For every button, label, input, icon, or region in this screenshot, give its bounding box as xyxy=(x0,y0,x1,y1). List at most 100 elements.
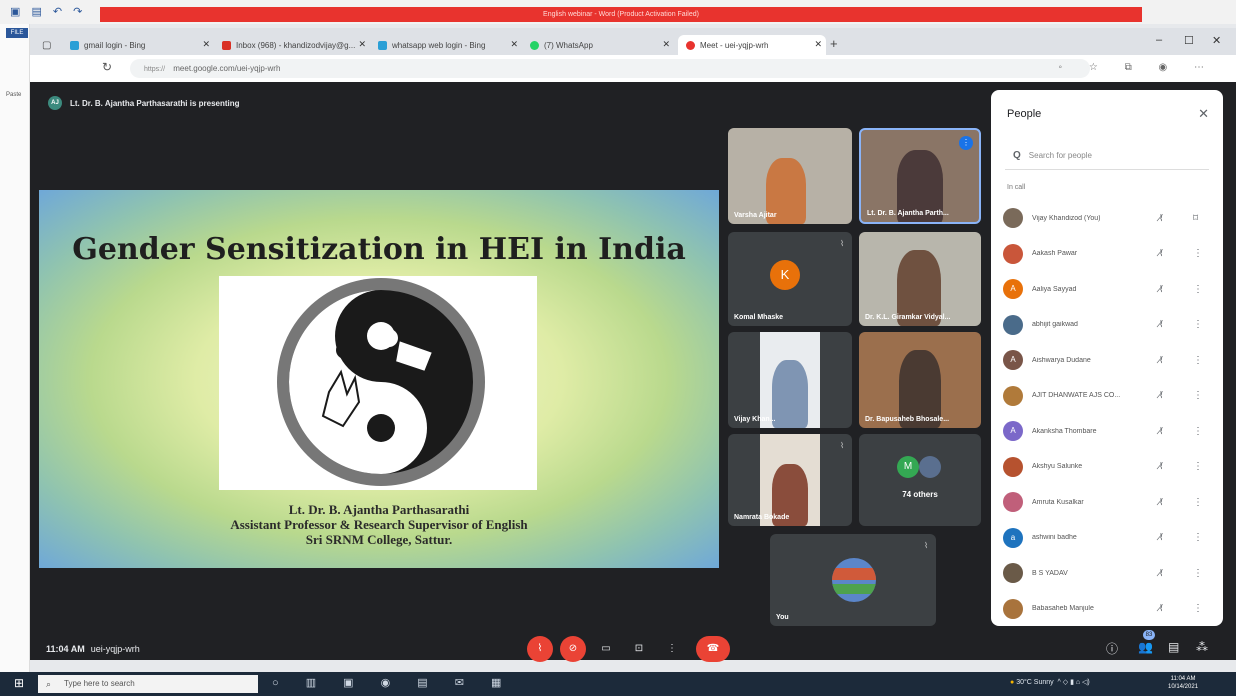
tile-name: You xyxy=(776,614,789,621)
more-options-icon[interactable]: ⋮ xyxy=(1193,603,1203,614)
participant-row[interactable]: Akshyu Salunke ⌇̸ ⋮ xyxy=(1003,456,1213,477)
close-icon[interactable]: ✕ xyxy=(358,39,366,50)
video-tile-others[interactable]: M 74 others xyxy=(859,434,981,526)
more-options-button[interactable]: ⋮ xyxy=(659,636,685,662)
screen: ▣ ▤ ↶ ↷ English webinar - Word (Product … xyxy=(0,0,1236,696)
clock-date: 10/14/2021 xyxy=(1168,684,1199,690)
close-icon[interactable]: ✕ xyxy=(814,39,822,50)
system-tray[interactable]: ● 30°C Sunny ^ ◇ ▮ ⌂ ◁) xyxy=(1010,678,1090,686)
more-options-icon[interactable]: ⋮ xyxy=(1193,497,1203,508)
tile-name: Dr. K.L. Giramkar Vidyal... xyxy=(865,314,951,321)
taskbar-clock[interactable]: 11:04 AM 10/14/2021 xyxy=(1168,675,1198,691)
mic-off-icon: ⌇̸ xyxy=(1159,354,1164,365)
participant-avatar xyxy=(1003,208,1023,228)
word-window-title: English webinar - Word (Product Activati… xyxy=(100,7,1142,22)
activities-icon[interactable]: ⁂ xyxy=(1196,640,1208,654)
tab-label: (7) WhatsApp xyxy=(544,40,593,50)
more-options-icon[interactable]: ⋮ xyxy=(1193,284,1203,295)
new-tab-button[interactable]: + xyxy=(830,36,838,51)
close-icon[interactable]: ✕ xyxy=(202,39,210,50)
mic-off-icon: ⌇̸ xyxy=(1159,603,1164,613)
close-icon[interactable]: ✕ xyxy=(1198,106,1209,122)
video-tile-namrata[interactable]: ⌇ Namrata Bokade xyxy=(728,434,852,526)
more-options-icon[interactable]: ⋮ xyxy=(1193,426,1203,437)
participant-row[interactable]: B S YADAV ⌇̸ ⋮ xyxy=(1003,563,1213,583)
video-tile-you[interactable]: ⌇ You xyxy=(770,534,936,626)
more-options-icon[interactable]: ⋮ xyxy=(1193,319,1203,330)
tab-actions-icon[interactable]: ▢ xyxy=(42,35,58,55)
close-window-button[interactable]: ✕ xyxy=(1212,34,1221,47)
tile-name: Namrata Bokade xyxy=(734,514,790,521)
mic-off-icon: ⌇̸ xyxy=(1159,425,1164,436)
participant-row[interactable]: A Aaliya Sayyad ⌇̸ ⋮ xyxy=(1003,279,1213,299)
reload-icon[interactable]: ↻ xyxy=(102,60,112,74)
participant-name: Aaliya Sayyad xyxy=(1032,285,1077,293)
in-call-heading: In call xyxy=(1007,184,1026,191)
video-tile-bapusaheb[interactable]: Dr. Bapusaheb Bhosale... xyxy=(859,332,981,428)
captions-button[interactable]: ▭ xyxy=(593,636,619,662)
video-tile-vijay[interactable]: Vijay Khan... xyxy=(728,332,852,428)
pin-icon[interactable]: ⌑ xyxy=(1193,213,1198,224)
tab-gmail-login[interactable]: gmail login - Bing ✕ xyxy=(70,35,210,55)
video-tile-ajantha[interactable]: ⋮ Lt. Dr. B. Ajantha Parth... xyxy=(859,128,981,224)
participant-row[interactable]: Babasaheb Manjule ⌇̸ ⋮ xyxy=(1003,598,1213,619)
video-tile-giramkar[interactable]: Dr. K.L. Giramkar Vidyal... xyxy=(859,232,981,326)
browser-toolbar-icons[interactable]: ◦ ☆ ⧉ ◉ ⋯ xyxy=(1059,62,1217,73)
participant-row[interactable]: Amruta Kusalkar ⌇̸ ⋮ xyxy=(1003,492,1213,512)
presenter-designation: Assistant Professor & Research Superviso… xyxy=(230,517,528,532)
video-tile-varsha[interactable]: Varsha Ajitar xyxy=(728,128,852,224)
minimize-button[interactable]: – xyxy=(1156,34,1162,46)
more-options-icon[interactable]: ⋮ xyxy=(1193,390,1203,401)
word-paste-label[interactable]: Paste xyxy=(6,92,21,98)
participant-row[interactable]: abhijit gaikwad ⌇̸ ⋮ xyxy=(1003,314,1213,335)
tab-inbox[interactable]: Inbox (968) - khandizodvijay@g... ✕ xyxy=(222,35,366,55)
video-tile-komal[interactable]: ⌇ K Komal Mhaske xyxy=(728,232,852,326)
participant-avatar: a xyxy=(1003,527,1023,548)
more-options-icon[interactable]: ⋮ xyxy=(1193,461,1203,472)
word-ribbon-edge: FILE Paste xyxy=(0,24,30,696)
participant-row[interactable]: A Akanksha Thombare ⌇̸ ⋮ xyxy=(1003,421,1213,441)
others-count: 74 others xyxy=(902,490,938,499)
taskbar-pinned-apps[interactable]: ○ ▥ ▣ ◉ ▤ ✉ ▦ xyxy=(272,676,513,689)
quick-access-icons[interactable]: ▣ ▤ ↶ ↷ xyxy=(10,5,86,18)
mic-toggle-button[interactable]: ⌇ xyxy=(527,636,553,662)
meet-stage: AJ Lt. Dr. B. Ajantha Parthasarathi is p… xyxy=(30,82,1236,662)
close-icon[interactable]: ✕ xyxy=(662,39,670,50)
presenter-college: Sri SRNM College, Sattur. xyxy=(305,532,453,547)
participant-row[interactable]: Aakash Pawar ⌇̸ ⋮ xyxy=(1003,243,1213,264)
taskbar-search-input[interactable]: ⌕ Type here to search xyxy=(38,675,258,693)
tab-whatsapp[interactable]: (7) WhatsApp ✕ xyxy=(530,35,670,55)
more-options-icon[interactable]: ⋮ xyxy=(1193,355,1203,366)
more-options-icon[interactable]: ⋮ xyxy=(1193,248,1203,259)
people-icon[interactable]: 👥 xyxy=(1138,640,1153,654)
people-panel-title: People xyxy=(1007,108,1042,120)
more-options-icon[interactable]: ⋮ xyxy=(1193,568,1203,579)
chat-icon[interactable]: ▤ xyxy=(1168,640,1179,654)
participant-row[interactable]: a ashwini badhe ⌇̸ ⋮ xyxy=(1003,527,1213,548)
leave-call-button[interactable]: ☎ xyxy=(696,636,730,662)
participant-row[interactable]: A Aishwarya Dudane ⌇̸ ⋮ xyxy=(1003,350,1213,370)
windows-start-icon[interactable]: ⊞ xyxy=(14,676,24,690)
avatar-stripe xyxy=(832,568,876,580)
tab-whatsapp-login[interactable]: whatsapp web login - Bing ✕ xyxy=(378,35,518,55)
tab-meet[interactable]: Meet - uei-yqjp-wrh ✕ xyxy=(678,35,826,55)
maximize-button[interactable]: ☐ xyxy=(1184,34,1194,47)
word-file-tab[interactable]: FILE xyxy=(6,28,28,38)
camera-toggle-button[interactable]: ⊘ xyxy=(560,636,586,662)
close-icon[interactable]: ✕ xyxy=(510,39,518,50)
browser-chrome: ▢ gmail login - Bing ✕ Inbox (968) - kha… xyxy=(30,28,1236,82)
participant-row[interactable]: AJIT DHANWATE AJS CO... ⌇̸ ⋮ xyxy=(1003,385,1213,406)
participant-name: AJIT DHANWATE AJS CO... xyxy=(1032,392,1121,399)
participant-row[interactable]: Vijay Khandizod (You) ⌇̸ ⌑ xyxy=(1003,208,1213,228)
search-people-input[interactable]: Q Search for people xyxy=(1005,142,1209,170)
url-text: meet.google.com/uei-yqjp-wrh xyxy=(173,64,281,73)
address-bar[interactable]: https:// meet.google.com/uei-yqjp-wrh xyxy=(130,59,1090,78)
gmail-icon xyxy=(222,40,231,50)
tab-label: whatsapp web login - Bing xyxy=(392,40,486,50)
info-icon[interactable]: ⓘ xyxy=(1106,640,1118,657)
meet-icon xyxy=(686,40,695,50)
present-button[interactable]: ⊡ xyxy=(626,636,652,662)
lock-icon[interactable]: https:// xyxy=(144,66,165,73)
participant-name: ashwini badhe xyxy=(1032,534,1077,541)
more-options-icon[interactable]: ⋮ xyxy=(1193,532,1203,543)
